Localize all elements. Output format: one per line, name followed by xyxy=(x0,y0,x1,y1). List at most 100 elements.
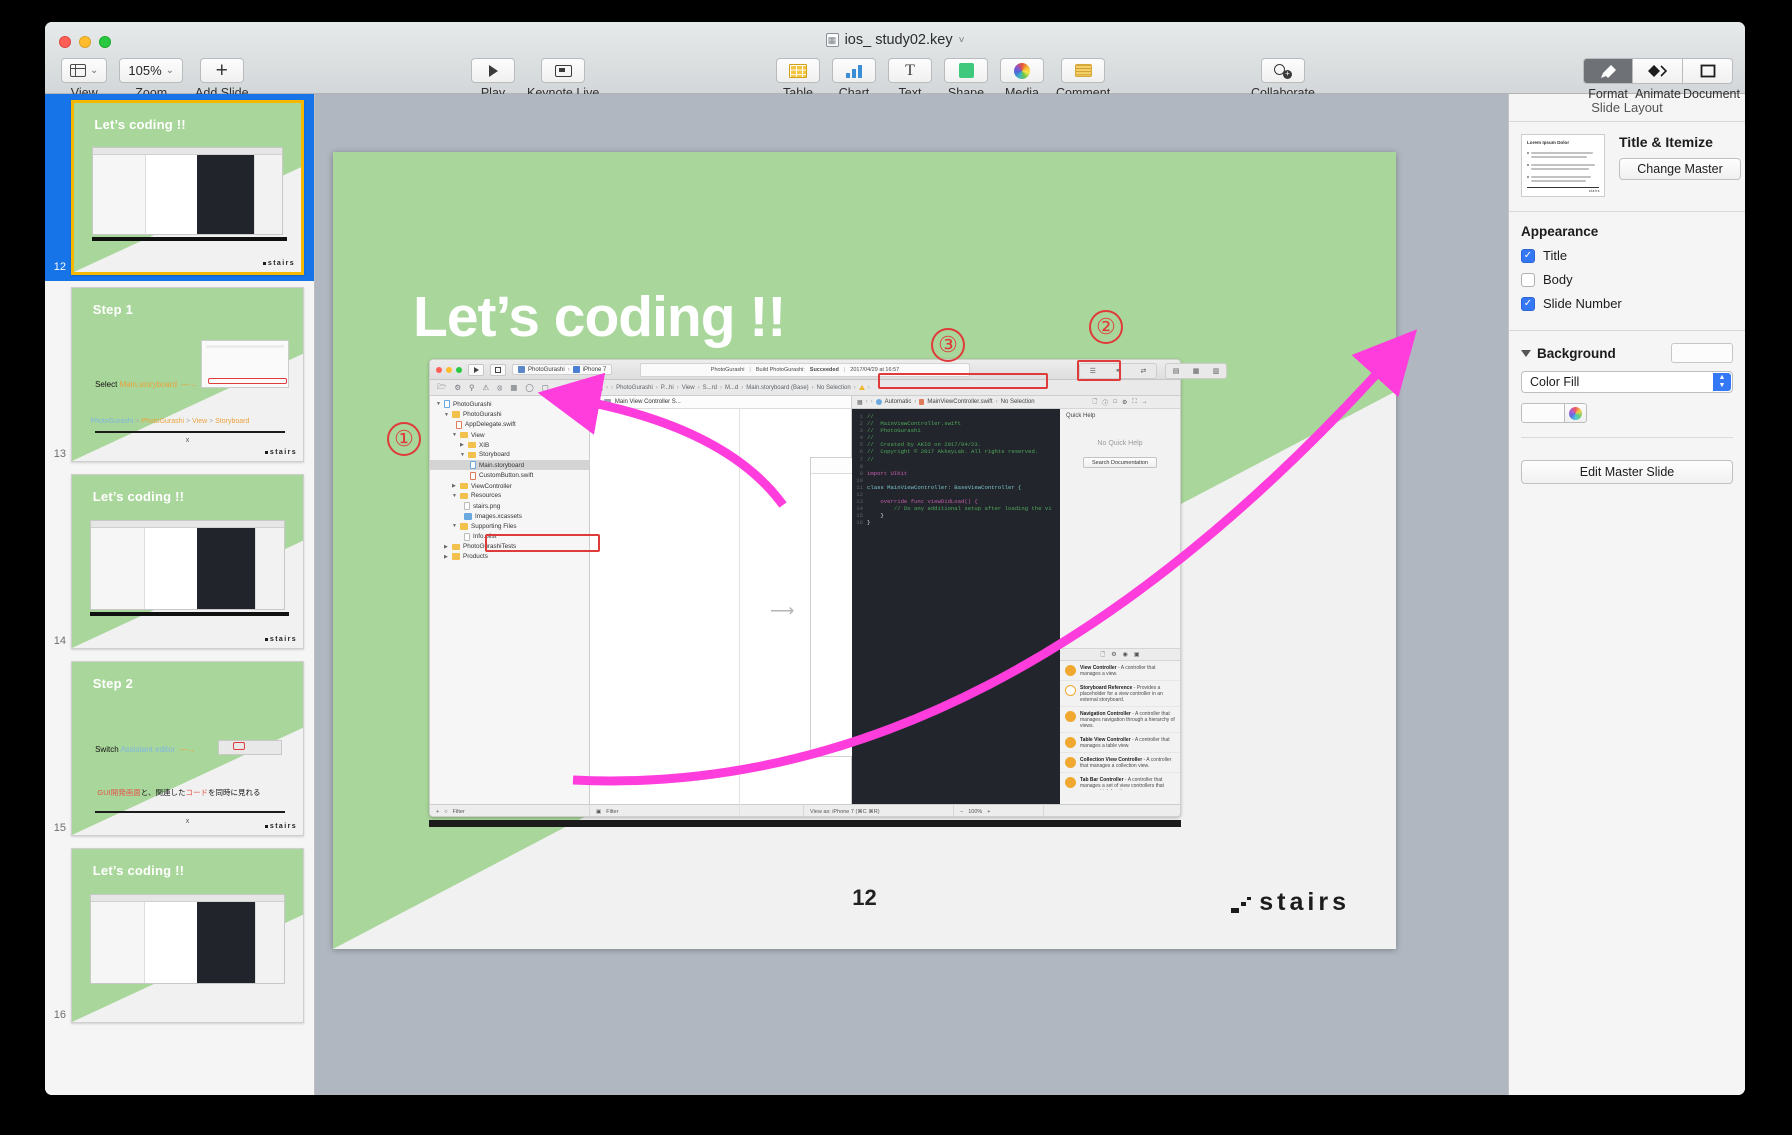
slide-navigator-item[interactable]: 15 Step 2 Switch Assistant editor —→ GUI… xyxy=(45,655,314,842)
slide-number: 13 xyxy=(53,448,66,460)
slide-thumbnail[interactable]: Let’s coding !! xyxy=(71,848,304,1023)
utilities-inspector-tabs: 🗋 ⓘ □ ⚙ ⛶ → xyxy=(1060,396,1180,409)
slide-thumbnail[interactable]: Let’s coding !! stairs xyxy=(71,100,304,275)
change-master-button[interactable]: Change Master xyxy=(1619,158,1741,180)
background-preview-swatch[interactable] xyxy=(1671,343,1733,363)
checkbox-body[interactable] xyxy=(1521,272,1535,287)
comment-icon xyxy=(1074,64,1092,77)
navigator-toggle-icon: ▤ xyxy=(1172,368,1180,375)
library-item: Tab Bar Controller - A controller that m… xyxy=(1060,773,1180,790)
master-info: Title & Itemize Change Master xyxy=(1619,134,1741,180)
background-disclosure[interactable]: Background xyxy=(1521,346,1616,361)
background-fill-select[interactable]: Color Fill ▲ ▼ xyxy=(1521,371,1733,393)
redbox-assistant-toggle xyxy=(1077,360,1121,381)
checkbox-slide-number[interactable]: ✓ xyxy=(1521,296,1535,311)
library-item: Storyboard Reference - Provides a placeh… xyxy=(1060,681,1180,707)
slide-navigator-item[interactable]: 14 Let’s coding !! stairs xyxy=(45,468,314,655)
ib-outline-header: ▶ Main View Controller S... xyxy=(590,396,851,409)
checkbox-title[interactable]: ✓ xyxy=(1521,248,1535,263)
xcode-stop-button xyxy=(490,363,506,376)
background-fill-row[interactable]: Color Fill ▲ ▼ xyxy=(1509,371,1745,393)
document-label: Document xyxy=(1683,87,1740,101)
size-inspector-icon: ⛶ xyxy=(1132,398,1137,405)
nav-item: ▼ PhotoGurashi xyxy=(436,400,492,409)
xcode-nav-icons: 🗁 ⚙ ⚲ ⚠ ⦻ ▦ ◯ ▢ xyxy=(430,380,590,395)
media-library-icon: ▣ xyxy=(1133,652,1140,658)
background-color-well[interactable] xyxy=(1521,403,1565,423)
nav-item: AppDelegate.swift xyxy=(430,420,589,431)
appearance-option-body[interactable]: Body xyxy=(1521,272,1733,287)
thumb-caption: Switch Assistant editor —→ xyxy=(95,745,196,755)
background-title: Background xyxy=(1537,345,1616,361)
chevron-down-icon: ⌄ xyxy=(165,65,175,76)
slide-thumbnail[interactable]: Step 1 Select Main.storyboard —→ PhotoGu… xyxy=(71,287,304,462)
document-title-text[interactable]: ios_ study02.key xyxy=(845,32,953,48)
background-color-row[interactable] xyxy=(1509,393,1745,423)
plus-icon: + xyxy=(215,58,228,82)
file-template-library-icon: 🗋 xyxy=(1100,651,1106,658)
chevron-down-icon: ⌄ xyxy=(90,65,99,76)
slide-number: 15 xyxy=(53,822,66,834)
thumb-shadow-bar xyxy=(92,236,288,241)
view-controller-icon xyxy=(1065,664,1076,676)
view-panes-icon xyxy=(69,63,87,78)
xcode-main-panes: ▼ PhotoGurashi ▼ PhotoGurashi AppDelegate.… xyxy=(430,396,1180,816)
format-button[interactable] xyxy=(1583,58,1633,84)
thumb-title: Step 1 xyxy=(92,301,133,317)
xcode-project-navigator: ▼ PhotoGurashi ▼ PhotoGurashi AppDelegate.… xyxy=(430,396,590,804)
nav-filter: + ○ Filter xyxy=(430,805,590,816)
library-tabs: 🗋 ⚙ ◉ ▣ xyxy=(1060,648,1180,661)
library-item: View Controller - A controller that mana… xyxy=(1060,661,1180,681)
appearance-option-slide-number[interactable]: ✓ Slide Number xyxy=(1521,296,1733,311)
edit-master-slide-button[interactable]: Edit Master Slide xyxy=(1521,460,1733,484)
thumb-logo: stairs xyxy=(265,636,297,643)
library-item: Navigation Controller - A controller tha… xyxy=(1060,707,1180,733)
master-slide-thumbnail[interactable]: Lorem Ipsum Dolor stairs xyxy=(1521,134,1605,197)
current-slide[interactable]: Let’s coding !! PhotoGurashi › iPhone 7 … xyxy=(333,152,1396,949)
master-slide-section: Lorem Ipsum Dolor stairs Title & Itemize… xyxy=(1509,122,1745,212)
footer-spacer xyxy=(1044,805,1180,816)
document-button[interactable] xyxy=(1683,58,1733,84)
animate-button[interactable] xyxy=(1633,58,1683,84)
search-documentation-button: Search Documentation xyxy=(1083,457,1157,468)
breakpoint-icon: ◯ xyxy=(525,383,534,392)
slide-number: 14 xyxy=(53,635,66,647)
filter-icon: ○ xyxy=(444,808,448,815)
animate-diamond-icon xyxy=(1647,65,1667,77)
master-thumb-title: Lorem Ipsum Dolor xyxy=(1527,140,1570,145)
slide-canvas-area[interactable]: Let’s coding !! PhotoGurashi › iPhone 7 … xyxy=(315,94,1508,1095)
object-library-icon: ◉ xyxy=(1122,652,1128,658)
thumb-caption: Select Main.storyboard —→ xyxy=(95,379,198,389)
background-section-header[interactable]: Background xyxy=(1509,331,1745,371)
chevron-down-icon[interactable]: ˅ xyxy=(959,35,965,46)
slide-navigator-item[interactable]: 16 Let’s coding !! xyxy=(45,842,314,1029)
slide-navigator-item[interactable]: 12 Let’s coding !! stairs xyxy=(45,94,314,281)
format-brush-icon xyxy=(1600,64,1616,78)
quick-help-title: Quick Help xyxy=(1066,413,1096,419)
storyboard-reference-icon xyxy=(1065,684,1076,696)
appearance-title: Appearance xyxy=(1521,224,1599,239)
slide-title[interactable]: Let’s coding !! xyxy=(413,284,786,350)
appearance-option-title[interactable]: ✓ Title xyxy=(1521,248,1733,263)
slide-navigator[interactable]: 12 Let’s coding !! stairs 13 Step 1 Sele… xyxy=(45,94,315,1095)
slide-navigator-item[interactable]: 13 Step 1 Select Main.storyboard —→ Phot… xyxy=(45,281,314,468)
ib-entry-arrow-icon: ⟶ xyxy=(770,601,795,620)
nav-item: stairs.png xyxy=(430,501,589,512)
document-title: ▦ ios_ study02.key ˅ xyxy=(45,32,1745,48)
appearance-section: Appearance ✓ Title Body ✓ Slide Number xyxy=(1509,212,1745,324)
xcode-titlebar: PhotoGurashi › iPhone 7 PhotoGurashi | B… xyxy=(430,360,1180,380)
collection-view-controller-icon xyxy=(1065,756,1076,768)
tab-bar-controller-icon xyxy=(1065,776,1076,788)
slide-thumbnail[interactable]: Step 2 Switch Assistant editor —→ GUI開発画… xyxy=(71,661,304,836)
thumb-footer-x: x xyxy=(185,436,190,444)
stepper-arrows-icon[interactable]: ▲ ▼ xyxy=(1713,373,1731,391)
slide-thumbnail[interactable]: Let’s coding !! stairs xyxy=(71,474,304,649)
color-wheel-button[interactable] xyxy=(1565,403,1587,423)
xcode-screenshot: PhotoGurashi › iPhone 7 PhotoGurashi | B… xyxy=(429,359,1181,817)
thumb-redbox xyxy=(208,377,287,384)
keynote-live-icon xyxy=(554,64,572,77)
nav-item: ▼ Storyboard xyxy=(460,451,510,459)
table-view-controller-icon xyxy=(1065,736,1076,748)
report-icon: ▢ xyxy=(541,383,549,392)
format-inspector[interactable]: Slide Layout Lorem Ipsum Dolor stairs Ti… xyxy=(1508,94,1745,1095)
